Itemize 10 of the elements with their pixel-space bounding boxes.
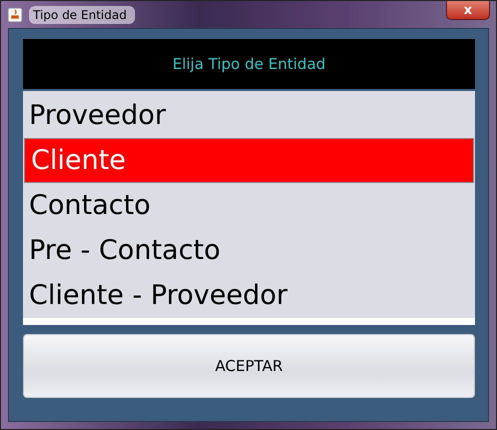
list-item[interactable]: Contacto xyxy=(23,183,475,228)
list-item[interactable]: Cliente - Proveedor xyxy=(23,273,475,318)
window-title: Tipo de Entidad xyxy=(29,6,135,24)
accept-button[interactable]: ACEPTAR xyxy=(23,334,475,398)
cup-icon xyxy=(7,6,23,22)
list-item[interactable]: Cliente xyxy=(24,138,474,183)
close-button[interactable]: x xyxy=(446,1,490,20)
list-item[interactable]: Pre - Contacto xyxy=(23,228,475,273)
list-item[interactable]: Proveedor xyxy=(23,93,475,138)
header-title: Elija Tipo de Entidad xyxy=(172,55,326,73)
